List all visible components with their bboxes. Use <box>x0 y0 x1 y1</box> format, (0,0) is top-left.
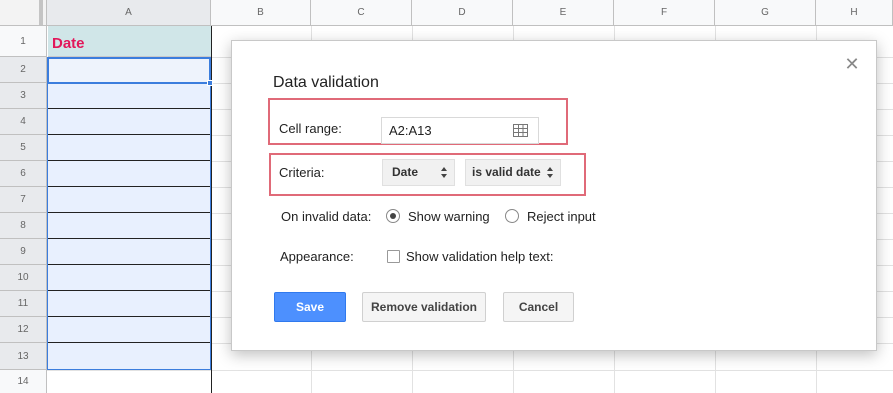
up-down-arrows-icon <box>441 167 447 178</box>
reject-input-label[interactable]: Reject input <box>527 209 596 224</box>
data-validation-dialog: Data validation ✕ Cell range: A2:A13 Cri… <box>231 40 877 351</box>
fill-handle[interactable] <box>207 80 213 86</box>
close-icon[interactable]: ✕ <box>843 55 861 73</box>
show-warning-label[interactable]: Show warning <box>408 209 490 224</box>
row-header-5[interactable]: 5 <box>0 135 47 161</box>
dialog-title: Data validation <box>273 74 379 91</box>
grid-select-icon[interactable] <box>513 124 528 137</box>
show-help-text-label[interactable]: Show validation help text: <box>406 249 553 264</box>
cell-a8[interactable] <box>48 213 211 239</box>
reject-input-radio[interactable] <box>505 209 519 223</box>
row-header-1[interactable]: 1 <box>0 26 47 57</box>
row-header-10[interactable]: 10 <box>0 265 47 291</box>
up-down-arrows-icon <box>547 167 553 178</box>
row-header-14[interactable]: 14 <box>0 370 47 393</box>
cell-a12[interactable] <box>48 317 211 343</box>
row-header-9[interactable]: 9 <box>0 239 47 265</box>
column-header-f[interactable]: F <box>614 0 715 26</box>
remove-validation-button[interactable]: Remove validation <box>362 292 486 322</box>
cell-range-input[interactable]: A2:A13 <box>381 117 539 144</box>
column-header-h[interactable]: H <box>816 0 893 26</box>
criteria-label: Criteria: <box>279 165 325 180</box>
column-header-g[interactable]: G <box>715 0 816 26</box>
row-header-2[interactable]: 2 <box>0 57 47 83</box>
cell-range-label: Cell range: <box>279 121 342 136</box>
row-header-11[interactable]: 11 <box>0 291 47 317</box>
cell-a1-text: Date <box>52 35 85 52</box>
gridline <box>47 370 893 371</box>
row-header-3[interactable]: 3 <box>0 83 47 109</box>
cell-range-value: A2:A13 <box>389 123 432 138</box>
column-header-d[interactable]: D <box>412 0 513 26</box>
row-header-12[interactable]: 12 <box>0 317 47 343</box>
column-header-b[interactable]: B <box>211 0 311 26</box>
row-header-13[interactable]: 13 <box>0 343 47 370</box>
column-header-e[interactable]: E <box>513 0 614 26</box>
cell-a3[interactable] <box>48 83 211 109</box>
invalid-data-label: On invalid data: <box>281 209 372 224</box>
cell-a13[interactable] <box>48 343 211 370</box>
cancel-button[interactable]: Cancel <box>503 292 574 322</box>
save-button[interactable]: Save <box>274 292 346 322</box>
column-header-a[interactable]: A <box>47 0 211 26</box>
criteria-condition-select[interactable]: is valid date <box>465 159 561 186</box>
cell-a7[interactable] <box>48 187 211 213</box>
row-header-8[interactable]: 8 <box>0 213 47 239</box>
row-header-4[interactable]: 4 <box>0 109 47 135</box>
row-header-7[interactable]: 7 <box>0 187 47 213</box>
cell-a10[interactable] <box>48 265 211 291</box>
criteria-condition-value: is valid date <box>472 165 541 179</box>
appearance-label: Appearance: <box>280 249 354 264</box>
show-help-text-checkbox[interactable] <box>387 250 400 263</box>
cell-a5[interactable] <box>48 135 211 161</box>
criteria-type-select[interactable]: Date <box>382 159 455 186</box>
cell-a9[interactable] <box>48 239 211 265</box>
cell-a11[interactable] <box>48 291 211 317</box>
column-header-c[interactable]: C <box>311 0 412 26</box>
show-warning-radio[interactable] <box>386 209 400 223</box>
criteria-type-value: Date <box>392 165 419 179</box>
cell-a4[interactable] <box>48 109 211 135</box>
cell-a2-active[interactable] <box>47 57 211 84</box>
select-all-corner[interactable] <box>0 0 47 26</box>
cell-a6[interactable] <box>48 161 211 187</box>
cell-a1[interactable]: Date <box>48 26 211 57</box>
row-header-6[interactable]: 6 <box>0 161 47 187</box>
